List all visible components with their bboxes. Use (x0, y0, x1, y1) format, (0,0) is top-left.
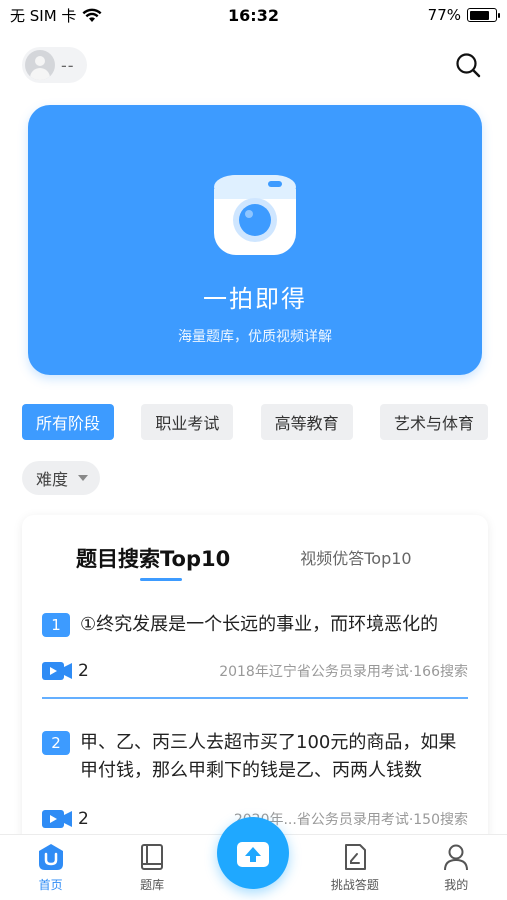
upload-icon (237, 842, 269, 867)
tab-label: 我的 (444, 878, 469, 892)
battery-percent: 77% (427, 6, 461, 24)
video-icon (42, 810, 72, 828)
search-button[interactable] (451, 48, 485, 82)
filter-chip-vocational-exams[interactable]: 职业考试 (141, 404, 234, 440)
photo-search-banner[interactable]: 一拍即得 海量题库，优质视频详解 (28, 105, 482, 375)
tab-home[interactable]: 首页 (11, 842, 91, 893)
tab-question-bank[interactable]: 题库 (112, 842, 192, 893)
video-icon (42, 662, 72, 680)
battery-icon (467, 8, 500, 22)
banner-subtitle: 海量题库，优质视频详解 (178, 329, 332, 345)
wifi-icon (82, 8, 102, 22)
difficulty-label: 难度 (36, 470, 69, 489)
challenge-icon (344, 844, 366, 870)
video-count-value: 2 (78, 661, 89, 681)
question-text: ①终究发展是一个长远的事业，而环境恶化的 (80, 614, 439, 635)
filter-chip-arts-sports[interactable]: 艺术与体育 (379, 404, 488, 440)
video-answer-count: 2 (42, 809, 89, 829)
chevron-down-icon (78, 475, 89, 481)
video-count-value: 2 (78, 809, 89, 829)
tab-video-top10[interactable]: 视频优答Top10 (300, 545, 411, 579)
stage-filter-bar: 所有阶段 职业考试 高等教育 艺术与体育 (22, 404, 488, 440)
clock: 16:32 (228, 5, 279, 25)
rank-badge: 2 (42, 731, 70, 755)
profile-icon (444, 844, 469, 871)
avatar (25, 50, 55, 80)
ranking-tabs: 题目搜索Top10 视频优答Top10 (22, 515, 488, 583)
filter-chip-all-stages[interactable]: 所有阶段 (22, 404, 115, 440)
battery-level (469, 10, 489, 20)
difficulty-dropdown[interactable]: 难度 (22, 461, 101, 495)
question-text: 甲、乙、丙三人去超市买了100元的商品，如果甲付钱，那么甲剩下的钱是乙、丙两人钱… (80, 732, 457, 781)
rank-badge: 1 (42, 613, 70, 637)
tab-challenge[interactable]: 挑战答题 (315, 842, 395, 893)
list-item[interactable]: 2 甲、乙、丙三人去超市买了100元的商品，如果甲付钱，那么甲剩下的钱是乙、丙两… (22, 729, 488, 829)
camera-icon (214, 175, 296, 255)
status-bar: 无 SIM 卡 16:32 77% (0, 0, 507, 30)
list-item[interactable]: 1 ①终究发展是一个长远的事业，而环境恶化的 2 2018年辽宁省公务员录用考试… (22, 611, 488, 699)
search-icon (456, 53, 481, 78)
tab-profile[interactable]: 我的 (416, 842, 496, 893)
filter-chip-higher-education[interactable]: 高等教育 (260, 404, 353, 440)
tab-search-top10[interactable]: 题目搜索Top10 (76, 543, 230, 583)
banner-title: 一拍即得 (203, 285, 307, 313)
tab-label: 挑战答题 (330, 878, 379, 892)
home-icon (38, 844, 63, 870)
user-name: -- (61, 55, 75, 75)
carrier-label: 无 SIM 卡 (10, 6, 77, 25)
divider (42, 697, 468, 699)
tab-label: 首页 (38, 878, 63, 892)
video-answer-count: 2 (42, 661, 89, 681)
tab-label: 题库 (140, 878, 165, 892)
user-profile-chip[interactable]: -- (22, 47, 87, 83)
ranking-card: 题目搜索Top10 视频优答Top10 1 ①终究发展是一个长远的事业，而环境恶… (22, 515, 488, 845)
question-source: 2018年辽宁省公务员录用考试·166搜索 (219, 664, 468, 680)
photo-search-button[interactable] (217, 817, 289, 889)
book-icon (141, 844, 164, 870)
header: -- (0, 30, 507, 100)
